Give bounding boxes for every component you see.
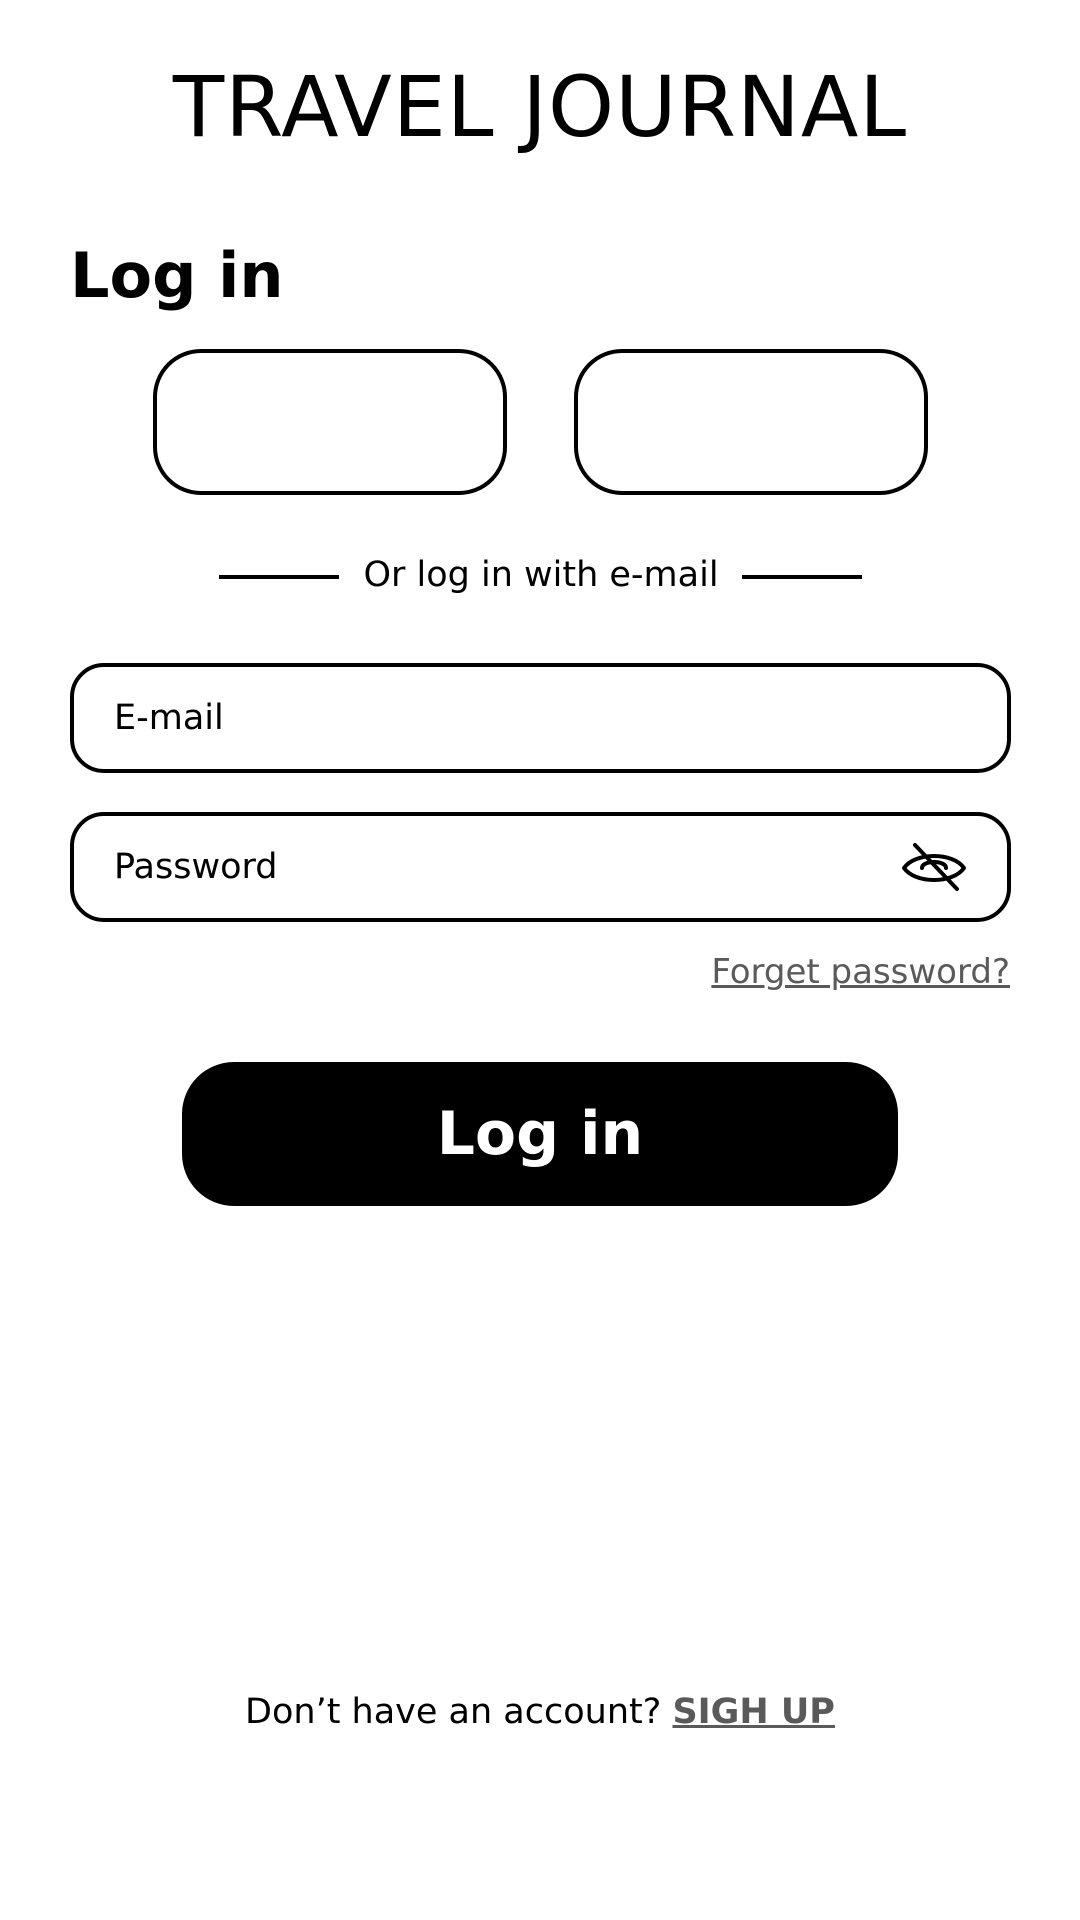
app-title: TRAVEL JOURNAL	[172, 58, 908, 156]
signup-prompt: Don’t have an account?	[245, 1692, 662, 1732]
login-heading: Log in	[70, 239, 284, 312]
eye-off-icon[interactable]	[901, 842, 967, 892]
login-button[interactable]: Log in	[182, 1062, 898, 1206]
divider-line-left	[219, 575, 339, 579]
email-field[interactable]	[114, 667, 914, 769]
signup-link[interactable]: SIGH UP	[672, 1692, 835, 1732]
social-login-button-1[interactable]	[153, 349, 507, 495]
divider-text: Or log in with e-mail	[363, 555, 719, 595]
password-field[interactable]	[114, 816, 914, 918]
footer: Don’t have an account? SIGH UP	[0, 1690, 1080, 1734]
social-login-button-2[interactable]	[574, 349, 928, 495]
password-field-container	[70, 812, 1011, 922]
forget-password-link[interactable]: Forget password?	[711, 951, 1010, 993]
divider-line-right	[742, 575, 862, 579]
email-field-container	[70, 663, 1011, 773]
